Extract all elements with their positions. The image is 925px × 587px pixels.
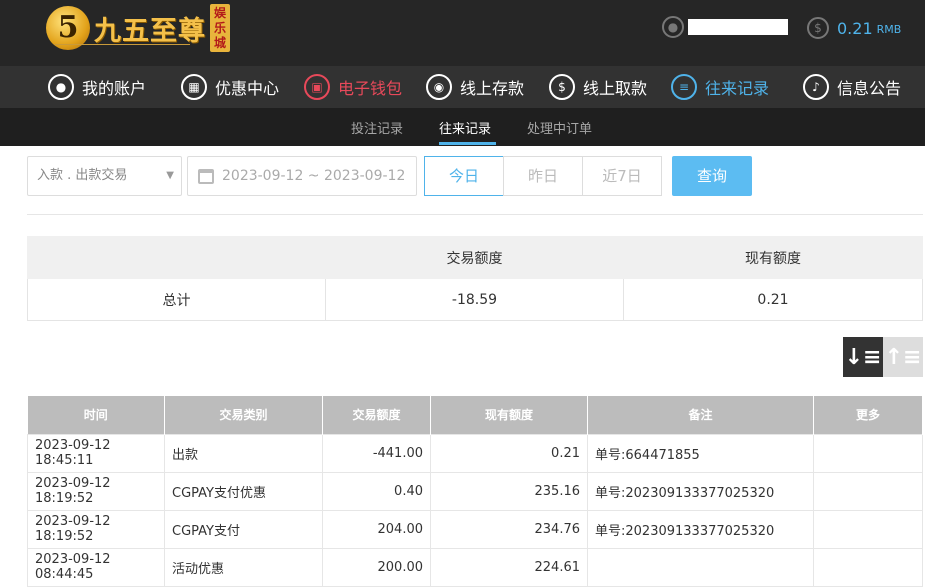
table-row: 2023-09-12 18:19:52 CGPAY支付 204.00 234.7… <box>27 509 923 549</box>
cell-balance: 224.61 <box>430 547 588 587</box>
tab-pending-orders[interactable]: 处理中订单 <box>527 118 592 137</box>
cell-more[interactable] <box>813 547 923 587</box>
transaction-type-select[interactable]: 入款 . 出款交易 ▼ <box>27 156 182 196</box>
nav-deposit[interactable]: ◉ 线上存款 <box>426 72 524 102</box>
cell-amount: 200.00 <box>322 547 431 587</box>
nav-records[interactable]: ≡ 往来记录 <box>671 72 769 102</box>
cell-time: 2023-09-12 18:45:11 <box>27 433 165 473</box>
query-button[interactable]: 查询 <box>672 156 752 196</box>
nav-e-wallet[interactable]: ▣ 电子钱包 <box>304 72 402 102</box>
table-row: 2023-09-12 18:19:52 CGPAY支付优惠 0.40 235.1… <box>27 471 923 511</box>
nav-withdraw[interactable]: $ 线上取款 <box>549 72 647 102</box>
nav-label: 线上取款 <box>583 79 648 98</box>
cell-type: 出款 <box>164 433 323 473</box>
cell-note: 单号:202309133377025320 <box>587 471 814 511</box>
records-icon: ≡ <box>671 74 697 100</box>
cell-type: 活动优惠 <box>164 547 323 587</box>
user-avatar-icon: ● <box>662 16 684 38</box>
column-header: 交易类别 <box>164 396 323 434</box>
summary-header-cell: 现有额度 <box>623 236 923 279</box>
nav-label: 优惠中心 <box>215 79 280 98</box>
main-nav: ● 我的账户 ▦ 优惠中心 ▣ 电子钱包 ◉ 线上存款 $ 线上取款 ≡ 往来记录 ♪ 信息公… <box>0 66 925 108</box>
column-header: 时间 <box>27 396 165 434</box>
cell-note <box>587 547 814 587</box>
divider <box>27 214 923 215</box>
withdraw-icon: $ <box>549 74 575 100</box>
cell-balance: 235.16 <box>430 471 588 511</box>
tab-transaction-records[interactable]: 往来记录 <box>439 118 491 137</box>
active-tab-indicator <box>439 142 496 145</box>
caret-down-icon: ▼ <box>166 170 174 181</box>
cell-time: 2023-09-12 08:44:45 <box>27 547 165 587</box>
balance-currency: RMB <box>876 23 902 36</box>
tab-bet-records[interactable]: 投注记录 <box>351 118 403 137</box>
top-header: 5 九五至尊 娱乐城 ● ●●●●●● $ 0.21 RMB <box>0 0 925 66</box>
table-header-row: 时间 交易类别 交易额度 现有额度 备注 更多 <box>27 396 923 434</box>
cell-type: CGPAY支付 <box>164 509 323 549</box>
nav-label: 我的账户 <box>82 79 147 98</box>
balance-value: 0.21 <box>837 18 873 38</box>
cell-time: 2023-09-12 18:19:52 <box>27 471 165 511</box>
nav-announcements[interactable]: ♪ 信息公告 <box>803 72 901 102</box>
table-row: 2023-09-12 08:44:45 活动优惠 200.00 224.61 <box>27 547 923 587</box>
gift-icon: ▦ <box>181 74 207 100</box>
summary-amount: -18.59 <box>325 278 624 321</box>
today-button[interactable]: 今日 <box>424 156 504 196</box>
last-7-days-button[interactable]: 近7日 <box>582 156 662 196</box>
summary-label: 总计 <box>27 278 326 321</box>
nav-label: 往来记录 <box>705 79 770 98</box>
dollar-icon: $ <box>807 17 829 39</box>
yesterday-button[interactable]: 昨日 <box>503 156 583 196</box>
summary-table: 交易额度 现有额度 总计 -18.59 0.21 <box>27 236 923 321</box>
cell-more[interactable] <box>813 471 923 511</box>
sub-nav: 投注记录 往来记录 处理中订单 <box>0 108 925 146</box>
cell-note: 单号:202309133377025320 <box>587 509 814 549</box>
deposit-icon: ◉ <box>426 74 452 100</box>
cell-note: 单号:664471855 <box>587 433 814 473</box>
nav-label: 电子钱包 <box>338 79 403 98</box>
date-range-input[interactable]: 2023-09-12 ~ 2023-09-12 <box>187 156 417 196</box>
column-header: 现有额度 <box>430 396 588 434</box>
cell-more[interactable] <box>813 433 923 473</box>
cell-balance: 0.21 <box>430 433 588 473</box>
balance-display: $ 0.21 RMB <box>807 17 901 39</box>
logo-divider <box>54 44 190 50</box>
summary-header-cell: 交易额度 <box>325 236 624 279</box>
transactions-table: 时间 交易类别 交易额度 现有额度 备注 更多 2023-09-12 18:45… <box>27 396 923 587</box>
nav-label: 线上存款 <box>460 79 525 98</box>
wallet-icon: ▣ <box>304 74 330 100</box>
nav-my-account[interactable]: ● 我的账户 <box>48 72 146 102</box>
summary-header-row: 交易额度 现有额度 <box>27 236 923 279</box>
sort-ascending-icon[interactable]: ↑≡ <box>883 337 923 377</box>
summary-row: 总计 -18.59 0.21 <box>27 278 923 321</box>
column-header: 交易额度 <box>322 396 431 434</box>
cell-more[interactable] <box>813 509 923 549</box>
cell-amount: -441.00 <box>322 433 431 473</box>
cell-amount: 204.00 <box>322 509 431 549</box>
cell-type: CGPAY支付优惠 <box>164 471 323 511</box>
nav-promotions[interactable]: ▦ 优惠中心 <box>181 72 279 102</box>
brand-name: 九五至尊 <box>94 15 206 47</box>
user-icon: ● <box>48 74 74 100</box>
column-header: 更多 <box>813 396 923 434</box>
table-row: 2023-09-12 18:45:11 出款 -441.00 0.21 单号:6… <box>27 433 923 473</box>
calendar-icon <box>198 169 214 184</box>
date-range-value: 2023-09-12 ~ 2023-09-12 <box>222 168 406 184</box>
cell-amount: 0.40 <box>322 471 431 511</box>
summary-header-cell <box>27 236 326 279</box>
select-value: 入款 . 出款交易 <box>37 168 128 183</box>
bell-icon: ♪ <box>803 74 829 100</box>
sort-descending-icon[interactable]: ↓≡ <box>843 337 883 377</box>
cell-balance: 234.76 <box>430 509 588 549</box>
cell-time: 2023-09-12 18:19:52 <box>27 509 165 549</box>
summary-balance: 0.21 <box>623 278 923 321</box>
brand-badge: 娱乐城 <box>210 4 230 52</box>
username: ●●●●●● <box>688 19 788 35</box>
column-header: 备注 <box>587 396 814 434</box>
user-account[interactable]: ● ●●●●●● <box>662 16 788 38</box>
nav-label: 信息公告 <box>837 79 902 98</box>
